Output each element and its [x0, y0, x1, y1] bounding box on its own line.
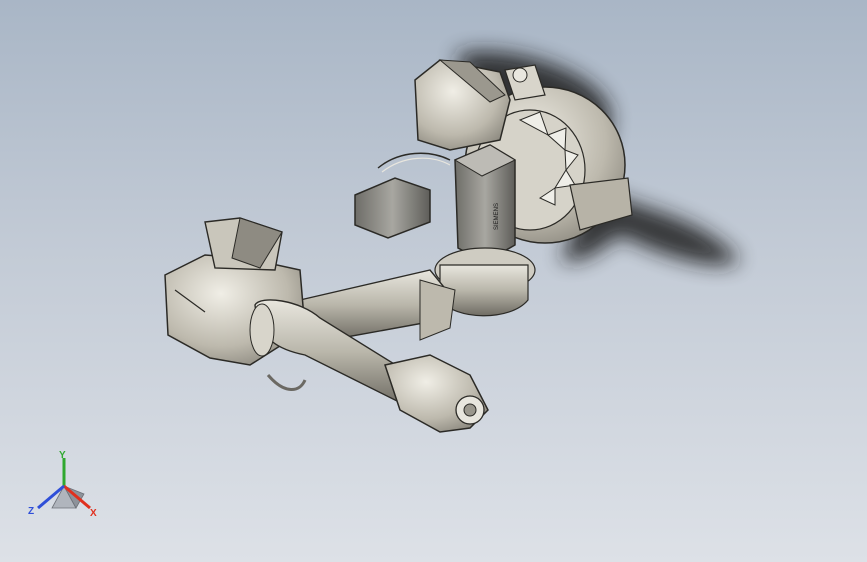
side-motor[interactable]	[354, 152, 451, 239]
model-viewport[interactable]: SIEMENS Y X Z	[0, 0, 867, 562]
upper-housing[interactable]	[414, 59, 511, 151]
motor-label: SIEMENS	[494, 203, 500, 230]
z-axis-label: Z	[28, 506, 34, 517]
wrist-flange[interactable]	[384, 354, 489, 433]
vertical-motor[interactable]: SIEMENS	[453, 144, 517, 263]
x-axis-label: X	[90, 508, 97, 519]
y-axis-label: Y	[59, 450, 66, 461]
axis-triad: Y X Z	[28, 450, 97, 519]
